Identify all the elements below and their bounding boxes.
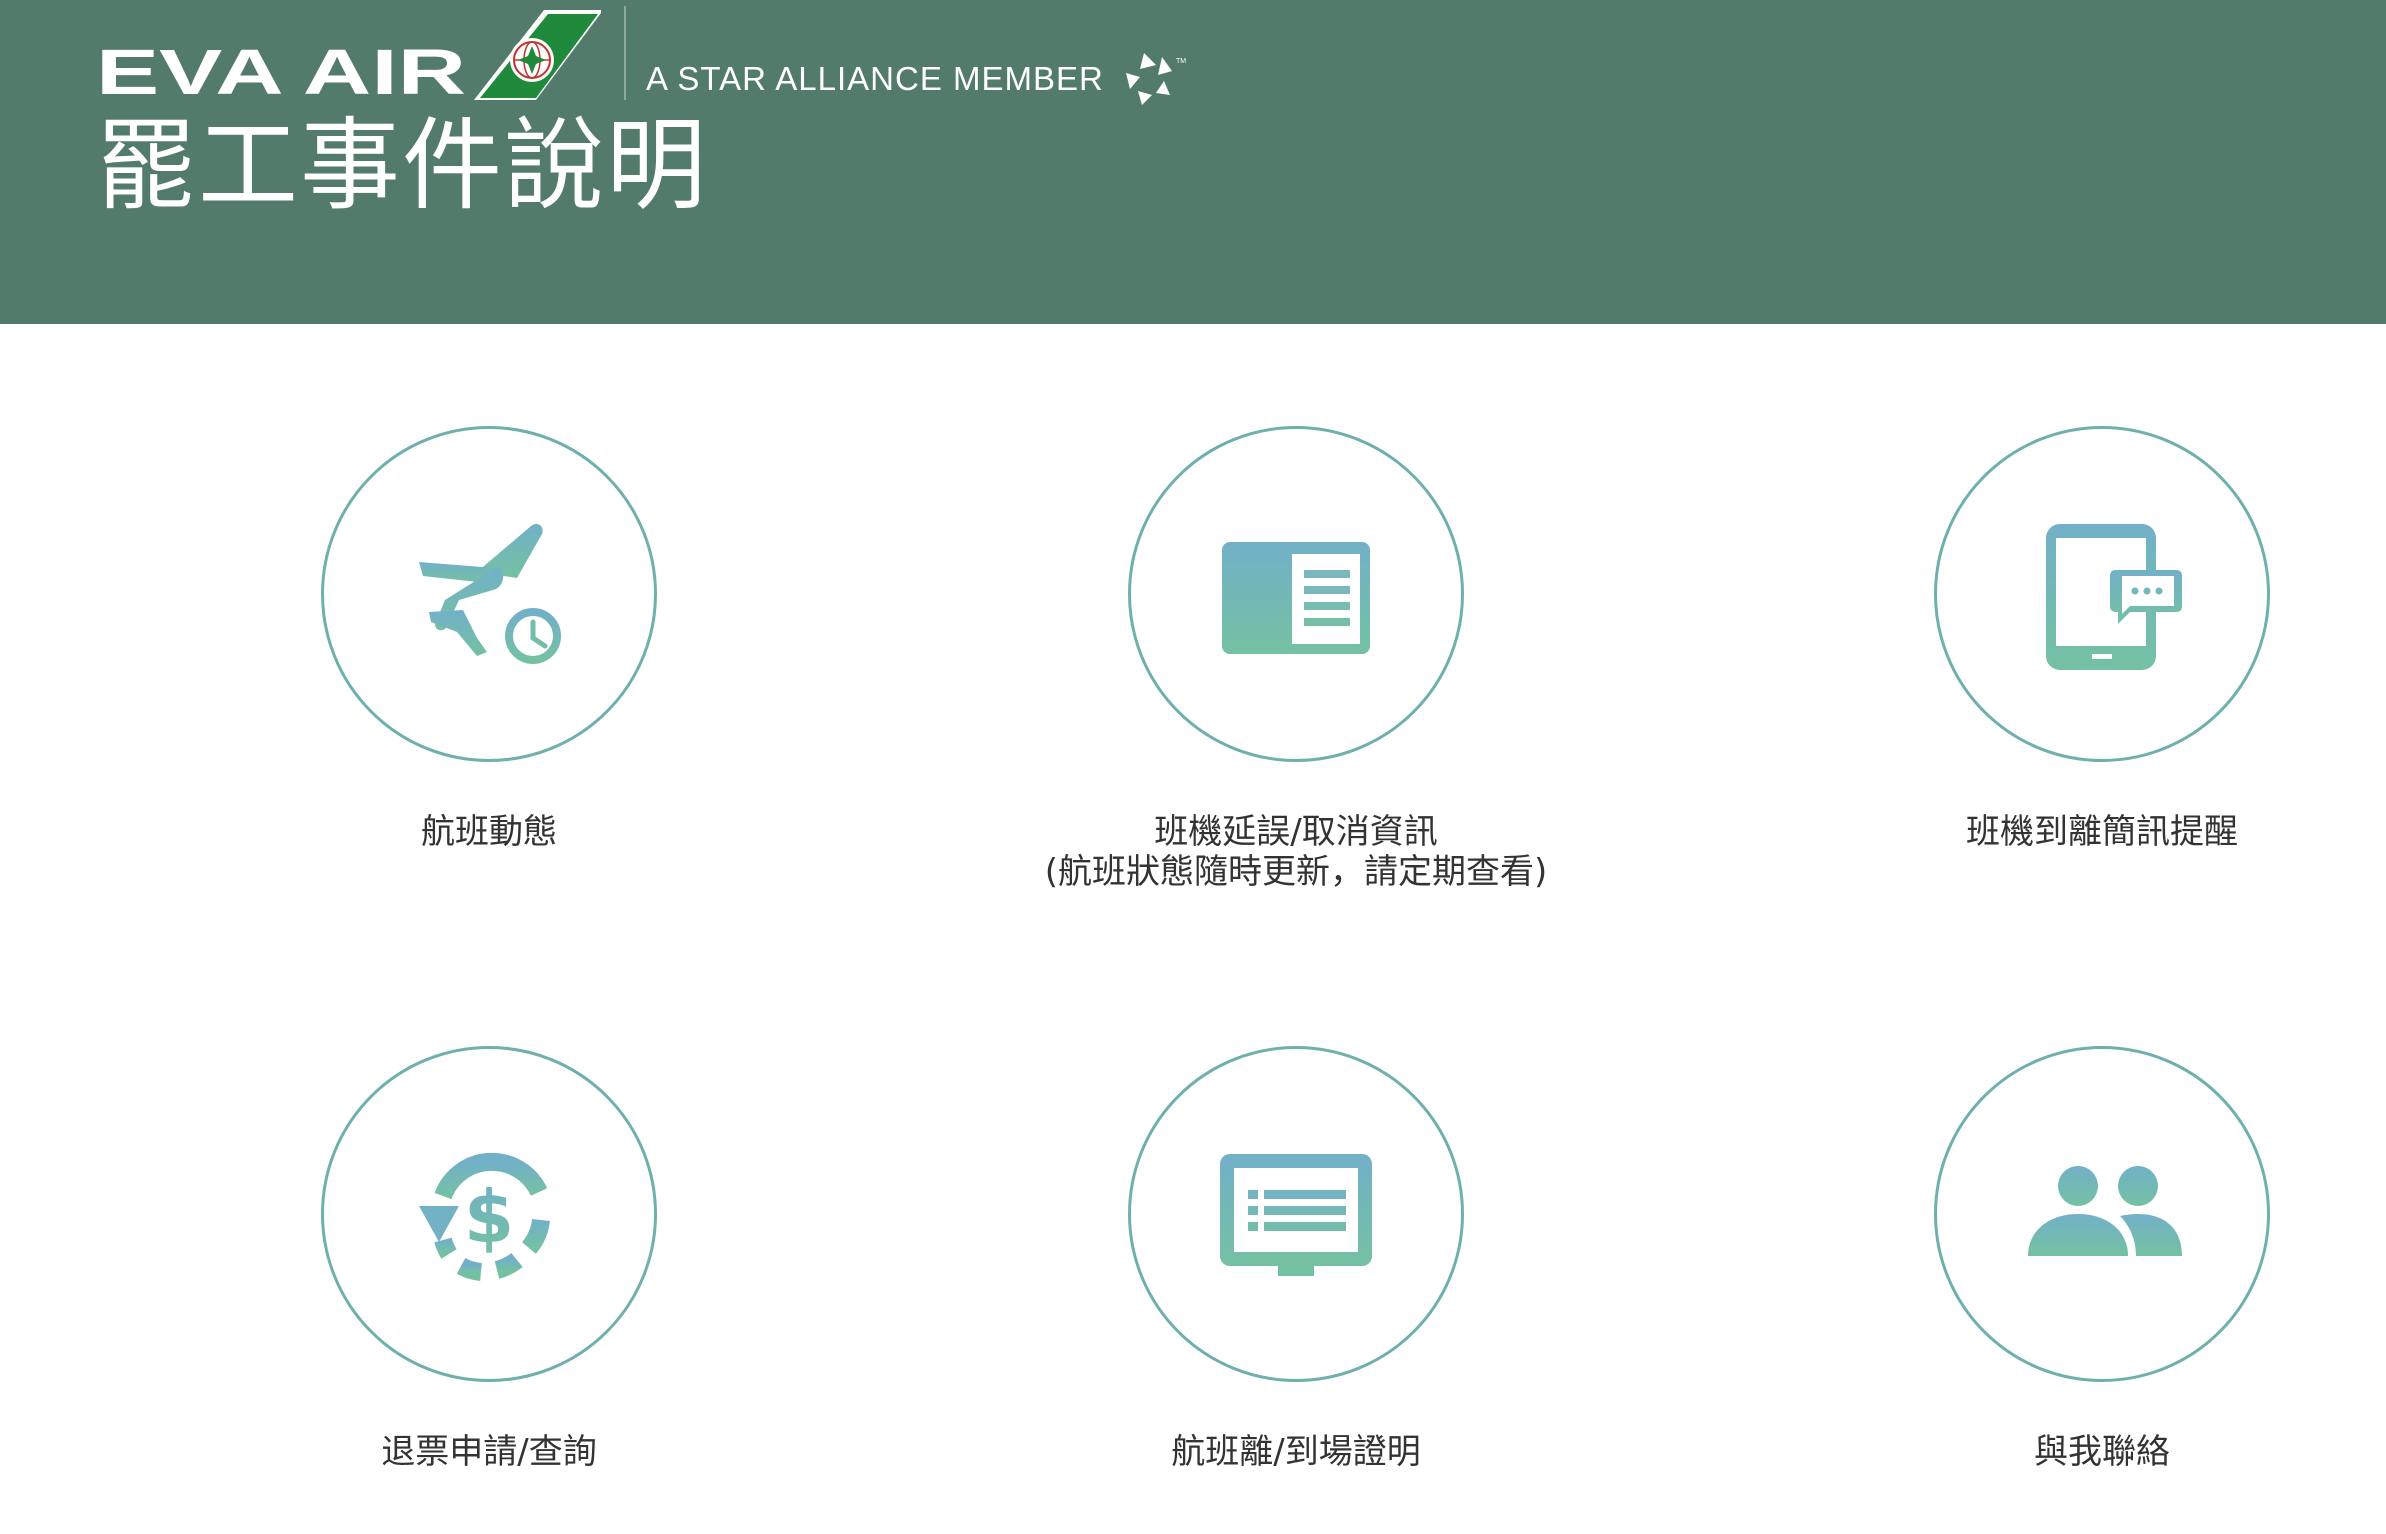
tile-circle[interactable]: [321, 426, 657, 762]
tile-circle[interactable]: [1128, 1046, 1464, 1382]
tile-circle[interactable]: [1128, 426, 1464, 762]
tile-circle[interactable]: [1934, 426, 2270, 762]
tile-circle[interactable]: $: [321, 1046, 657, 1382]
tile-delay-cancel-info[interactable]: 班機延誤/取消資訊 (航班狀態隨時更新，請定期查看): [1016, 426, 1576, 892]
page-title: 罷工事件說明: [96, 107, 708, 224]
header-divider: [624, 6, 626, 100]
phone-message-icon: [2046, 524, 2182, 670]
tile-label: 與我聯絡: [2034, 1432, 2170, 1472]
tile-label: 班機延誤/取消資訊 (航班狀態隨時更新，請定期查看): [1044, 812, 1548, 892]
tile-flight-status[interactable]: 航班動態: [209, 426, 769, 852]
tile-label: 航班動態: [421, 812, 557, 852]
tile-label: 班機到離簡訊提醒: [1966, 812, 2238, 852]
svg-text:$: $: [464, 1175, 514, 1259]
tile-refund[interactable]: $ 退票申請/查詢: [209, 1046, 769, 1472]
svg-text:TM: TM: [1176, 58, 1186, 65]
eva-air-logo[interactable]: EVA AIR: [96, 8, 606, 104]
tile-contact-us[interactable]: 與我聯絡: [1822, 1046, 2382, 1472]
tile-arrival-departure-certificate[interactable]: 航班離/到場證明: [1016, 1046, 1576, 1472]
tile-sms-reminder[interactable]: 班機到離簡訊提醒: [1822, 426, 2382, 852]
tile-label: 航班離/到場證明: [1171, 1432, 1421, 1472]
tile-label: 退票申請/查詢: [381, 1432, 597, 1472]
brand-wordmark: EVA AIR: [96, 36, 466, 104]
alliance-text: A STAR ALLIANCE MEMBER: [646, 60, 1104, 97]
refund-dollar-icon: $: [419, 1152, 550, 1281]
tile-circle[interactable]: [1934, 1046, 2270, 1382]
info-card-icon: [1222, 542, 1370, 654]
page-header: EVA AIR A STAR ALLIANCE MEMBER TM 罷工事件說明: [0, 0, 2386, 324]
contact-people-icon: [2028, 1166, 2182, 1256]
monitor-list-icon: [1220, 1154, 1372, 1276]
star-alliance-icon: TM: [1125, 53, 1186, 105]
plane-clock-icon: [419, 523, 563, 666]
star-alliance-badge[interactable]: A STAR ALLIANCE MEMBER TM: [646, 53, 1190, 105]
